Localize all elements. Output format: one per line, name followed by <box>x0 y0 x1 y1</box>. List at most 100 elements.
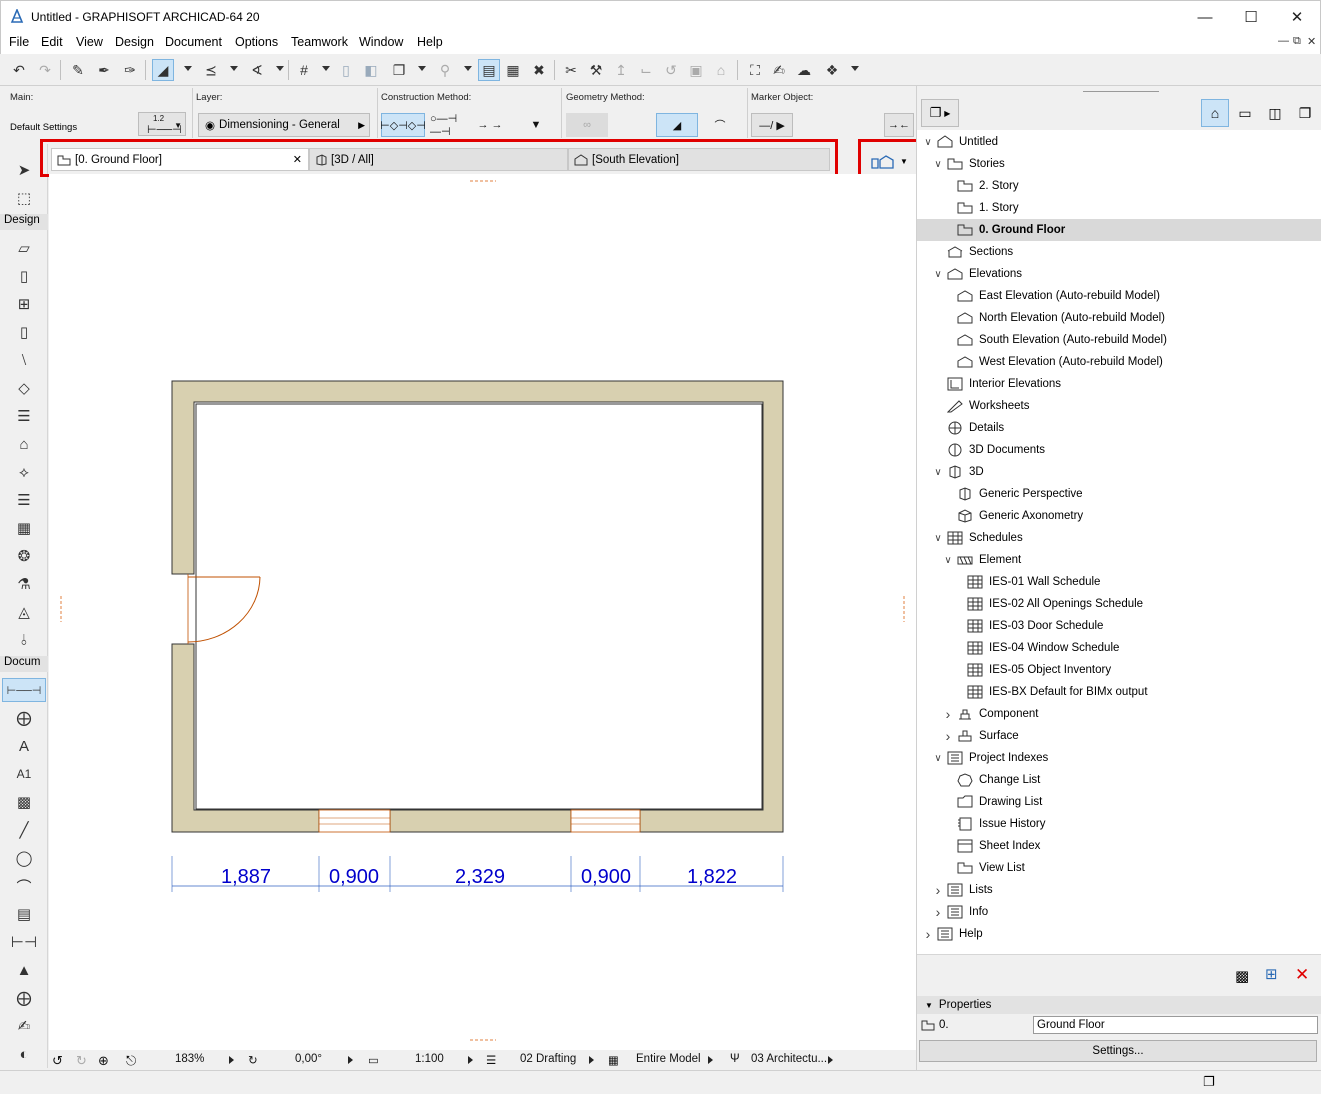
dimension-settings-button[interactable]: 1.2 ⊢──⊣ ▼ <box>138 112 186 136</box>
dim-method-arrows-button[interactable]: → → <box>472 113 508 137</box>
navigator-menu-button[interactable]: ❐ ▶ <box>921 99 959 127</box>
suspend-groups-icon[interactable]: ▯ <box>335 59 357 81</box>
close-button[interactable]: ✕ <box>1274 1 1320 33</box>
navigator-item[interactable]: › Surface <box>917 725 1321 747</box>
model-view-icon[interactable]: ▦ <box>608 1053 619 1067</box>
chevron-down-icon[interactable]: ∨ <box>933 533 943 544</box>
section-tool-icon[interactable]: ⊢⊣ <box>10 930 38 954</box>
navigator-item[interactable]: › Component <box>917 703 1321 725</box>
menu-teamwork[interactable]: Teamwork <box>291 35 348 49</box>
zoom-undo-icon[interactable]: ↺ <box>52 1053 63 1069</box>
chevron-right-icon[interactable]: › <box>933 882 943 898</box>
layer-select[interactable]: ◉ Dimensioning - General ▶ <box>198 113 370 137</box>
navigator-item[interactable]: ∨ Elevations <box>917 263 1321 285</box>
marquee-icon[interactable]: ⛶ <box>744 59 766 81</box>
elevation-tool-icon[interactable]: ▲ <box>10 958 38 982</box>
navigator-item[interactable]: Issue History <box>917 813 1321 835</box>
dim-method-linear-button[interactable]: ⊢◇⊣◇⊣ <box>380 113 426 137</box>
settings-button[interactable]: Settings... <box>919 1040 1317 1062</box>
chevron-right-icon[interactable]: › <box>923 926 933 942</box>
chevron-down-icon[interactable]: ∨ <box>933 159 943 170</box>
navigator-item[interactable]: Interior Elevations <box>917 373 1321 395</box>
view-map-icon[interactable]: ▭ <box>1231 99 1259 127</box>
roof-icon[interactable]: ⌂ <box>710 59 732 81</box>
geometry-method-orthogonal-button[interactable]: ◢ <box>656 113 698 137</box>
navigator-item[interactable]: West Elevation (Auto-rebuild Model) <box>917 351 1321 373</box>
zone-tool-icon[interactable]: ◬ <box>10 600 38 624</box>
navigator-item[interactable]: ∨ Element <box>917 549 1321 571</box>
properties-header[interactable]: ▼ Properties <box>917 996 1321 1014</box>
navigator-item[interactable]: IES-02 All Openings Schedule <box>917 593 1321 615</box>
morph-tool-icon[interactable]: ❂ <box>10 544 38 568</box>
project-map-icon[interactable]: ⌂ <box>1201 99 1229 127</box>
level-dimension-tool-icon[interactable]: ⨁ <box>10 706 38 730</box>
3d-view-dropdown-icon[interactable] <box>851 66 859 71</box>
hammer-icon[interactable]: ⚒ <box>585 59 607 81</box>
marker-object-select[interactable]: —/ ▶ <box>751 113 793 137</box>
renovation-menu-icon[interactable] <box>828 1056 833 1064</box>
relative-construction-dropdown-icon[interactable] <box>276 66 284 71</box>
navigator-item[interactable]: IES-01 Wall Schedule <box>917 571 1321 593</box>
collapse-icon[interactable]: ▼ <box>925 1001 933 1010</box>
navigator-item[interactable]: Generic Perspective <box>917 483 1321 505</box>
layout-book-icon[interactable]: ◫ <box>1261 99 1289 127</box>
navigator-item[interactable]: South Elevation (Auto-rebuild Model) <box>917 329 1321 351</box>
zoom-redo-icon[interactable]: ↻ <box>76 1053 87 1069</box>
slab-tool-icon[interactable]: ◇ <box>10 376 38 400</box>
mdi-close-icon[interactable]: ✕ <box>1307 35 1316 48</box>
line-tool-icon[interactable]: ╱ <box>10 818 38 842</box>
door-tool-icon[interactable]: ▯ <box>10 264 38 288</box>
mdi-restore-icon[interactable]: ⧉ <box>1293 35 1301 48</box>
menu-file[interactable]: File <box>9 35 29 49</box>
navigator-item[interactable]: ∨ Project Indexes <box>917 747 1321 769</box>
navigator-item[interactable]: Change List <box>917 769 1321 791</box>
worksheet-tool-icon[interactable]: ✍ <box>10 1014 38 1038</box>
info-box-more-button[interactable]: →← <box>884 113 914 137</box>
fill-tool-icon[interactable]: ▩ <box>10 790 38 814</box>
lock-dropdown-icon[interactable] <box>464 66 472 71</box>
renovation-filter-value[interactable]: 03 Architectu... <box>751 1053 827 1065</box>
layer-combination-dropdown-icon[interactable] <box>418 66 426 71</box>
navigator-item[interactable]: Generic Axonometry <box>917 505 1321 527</box>
beam-tool-icon[interactable]: ⧵ <box>10 348 38 372</box>
renovation-filter-icon[interactable]: Ψ <box>730 1053 740 1065</box>
column-tool-icon[interactable]: ▯ <box>10 320 38 344</box>
story-name-field[interactable] <box>1033 1016 1318 1034</box>
render-icon[interactable]: ☁ <box>793 59 815 81</box>
curtain-wall-tool-icon[interactable]: ▦ <box>10 516 38 540</box>
navigator-item[interactable]: › Help <box>917 923 1321 945</box>
document-group-label[interactable]: Docum <box>0 656 48 672</box>
floor-plan-canvas[interactable]: 1,887 0,900 2,329 0,900 1,822 <box>49 174 916 1050</box>
maximize-button[interactable]: ☐ <box>1228 1 1274 33</box>
undo-icon[interactable]: ↶ <box>8 59 30 81</box>
mesh-tool-icon[interactable]: ☰ <box>10 488 38 512</box>
elevate-icon[interactable]: ↥ <box>610 59 632 81</box>
save-view-icon[interactable]: ▩ <box>1235 967 1249 985</box>
pick-up-parameters-icon[interactable]: ✎ <box>67 59 89 81</box>
chevron-down-icon[interactable]: ∨ <box>943 555 953 566</box>
redo-icon[interactable]: ↷ <box>34 59 56 81</box>
fillet-icon[interactable]: ⌙ <box>635 59 657 81</box>
cross-hair-icon[interactable]: ✖ <box>528 59 550 81</box>
3d-view-icon[interactable]: ❖ <box>821 59 843 81</box>
navigator-item[interactable]: IES-03 Door Schedule <box>917 615 1321 637</box>
navigator-item[interactable]: 2. Story <box>917 175 1321 197</box>
navigator-item[interactable]: ∨ Stories <box>917 153 1321 175</box>
delete-icon[interactable]: ✕ <box>1295 965 1309 985</box>
menu-window[interactable]: Window <box>359 35 403 49</box>
guide-lines-dropdown-icon[interactable] <box>184 66 192 71</box>
design-group-label[interactable]: Design <box>0 214 48 230</box>
angle-menu-icon[interactable] <box>348 1056 353 1064</box>
chevron-down-icon[interactable]: ∨ <box>933 269 943 280</box>
navigator-item[interactable]: IES-BX Default for BIMx output <box>917 681 1321 703</box>
menu-document[interactable]: Document <box>165 35 222 49</box>
interior-elevation-tool-icon[interactable]: ⨁ <box>10 986 38 1010</box>
chevron-right-icon[interactable]: › <box>933 904 943 920</box>
chevron-down-icon[interactable]: ∨ <box>933 753 943 764</box>
menu-view[interactable]: View <box>76 35 103 49</box>
circle-tool-icon[interactable]: ◯ <box>10 846 38 870</box>
navigator-item[interactable]: Sections <box>917 241 1321 263</box>
snap-guides-icon[interactable]: ⪯ <box>200 59 222 81</box>
text-tool-icon[interactable]: A <box>10 734 38 758</box>
chevron-right-icon[interactable]: › <box>943 728 953 744</box>
